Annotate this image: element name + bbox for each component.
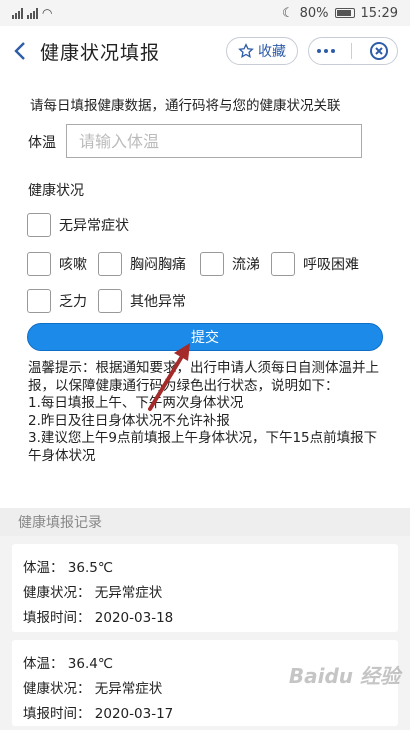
option-other[interactable]: 其他异常 [98, 289, 186, 313]
temperature-label: 体温 [28, 135, 56, 151]
option-label: 呼吸困难 [303, 257, 359, 273]
checkbox[interactable] [98, 252, 122, 276]
signal-icon [12, 7, 23, 19]
option-label: 无异常症状 [59, 218, 129, 234]
favorite-button[interactable]: 收藏 [226, 37, 298, 65]
chevron-left-icon [14, 42, 25, 60]
nav-bar: 健康状况填报 收藏 [0, 26, 410, 76]
checkbox[interactable] [27, 213, 51, 237]
signal-icon-2 [27, 7, 38, 19]
tips-item: 3.建议您上午9点前填报上午身体状况，下午15点前填报下午身体状况 [28, 430, 378, 464]
option-label: 胸闷胸痛 [130, 257, 186, 273]
star-icon [238, 43, 254, 58]
option-label: 乏力 [59, 294, 87, 310]
tips: 温馨提示：根据通知要求，出行申请人须每日自测体温并上报，以保障健康通行码为绿色出… [28, 360, 388, 465]
temperature-input[interactable] [66, 124, 362, 158]
moon-icon: ☾ [281, 5, 294, 21]
record-card[interactable]: 体温： 36.5℃ 健康状况： 无异常症状 填报时间： 2020-03-18 [12, 544, 398, 632]
submit-button[interactable]: 提交 [27, 323, 383, 351]
option-label: 流涕 [232, 257, 260, 273]
option-dyspnea[interactable]: 呼吸困难 [271, 252, 359, 276]
wifi-icon: ◠ [42, 6, 53, 20]
checkbox[interactable] [98, 289, 122, 313]
records-header: 健康填报记录 [0, 508, 410, 536]
back-button[interactable] [0, 26, 40, 76]
status-right: ☾ 80% 15:29 [282, 6, 398, 21]
tips-item: 1.每日填报上午、下午两次身体状况 [28, 395, 244, 411]
tips-item: 2.昨日及往日身体状况不允许补报 [28, 412, 230, 429]
tips-intro: 温馨提示：根据通知要求，出行申请人须每日自测体温并上报，以保障健康通行码为绿色出… [28, 360, 379, 394]
record-time: 填报时间： 2020-03-18 [23, 610, 174, 626]
checkbox[interactable] [200, 252, 224, 276]
page-title: 健康状况填报 [40, 41, 161, 64]
close-icon[interactable] [369, 41, 389, 61]
favorite-label: 收藏 [258, 44, 286, 60]
status-left: ◠ [12, 6, 52, 20]
option-runny-nose[interactable]: 流涕 [200, 252, 260, 276]
watermark: Baidu 经验 [288, 664, 400, 688]
option-cough[interactable]: 咳嗽 [27, 252, 87, 276]
record-status: 健康状况： 无异常症状 [23, 585, 163, 601]
checkbox[interactable] [27, 252, 51, 276]
battery-icon [334, 8, 355, 18]
option-chest-pain[interactable]: 胸闷胸痛 [98, 252, 186, 276]
status-bar: ◠ ☾ 80% 15:29 [0, 0, 410, 26]
option-label: 其他异常 [130, 294, 186, 310]
option-fatigue[interactable]: 乏力 [27, 289, 87, 313]
clock-time: 15:29 [360, 5, 398, 21]
notice-text: 请每日填报健康数据，通行码将与您的健康状况关联 [30, 98, 341, 114]
option-no-symptoms[interactable]: 无异常症状 [27, 213, 129, 237]
capsule-divider [351, 43, 353, 59]
capsule-menu [308, 37, 398, 65]
more-icon[interactable] [317, 49, 336, 53]
option-label: 咳嗽 [59, 257, 87, 273]
record-time: 填报时间： 2020-03-17 [23, 706, 174, 722]
checkbox[interactable] [271, 252, 295, 276]
health-status-label: 健康状况 [28, 183, 84, 199]
battery-percent: 80% [299, 5, 329, 21]
record-temperature: 体温： 36.5℃ [23, 560, 114, 576]
checkbox[interactable] [27, 289, 51, 313]
